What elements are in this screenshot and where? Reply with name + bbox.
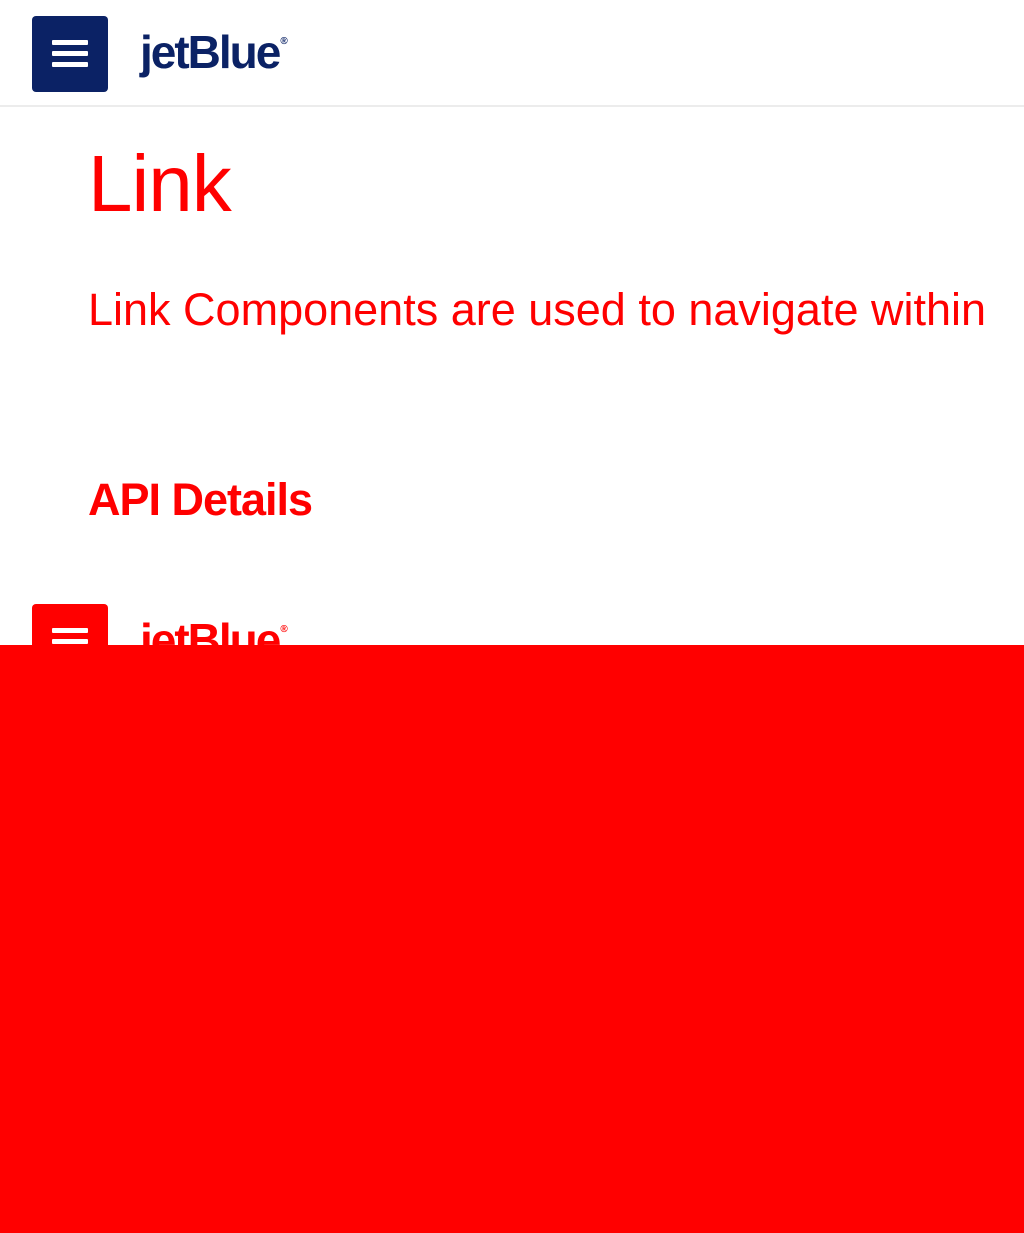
logo-text: jetBlue xyxy=(140,26,281,78)
jetblue-logo[interactable]: jetBlue ® xyxy=(140,22,288,82)
red-overlay-block xyxy=(0,645,1024,1233)
hamburger-menu-icon xyxy=(52,39,88,69)
page-title: Link xyxy=(88,139,232,228)
menu-button[interactable] xyxy=(32,16,108,92)
api-details-heading: API Details xyxy=(88,474,313,525)
registered-mark: ® xyxy=(280,36,288,47)
page-description: Link Components are used to navigate wit… xyxy=(88,284,987,335)
overlay-registered-mark: ® xyxy=(280,624,288,635)
site-header: jetBlue ® xyxy=(0,0,1024,107)
